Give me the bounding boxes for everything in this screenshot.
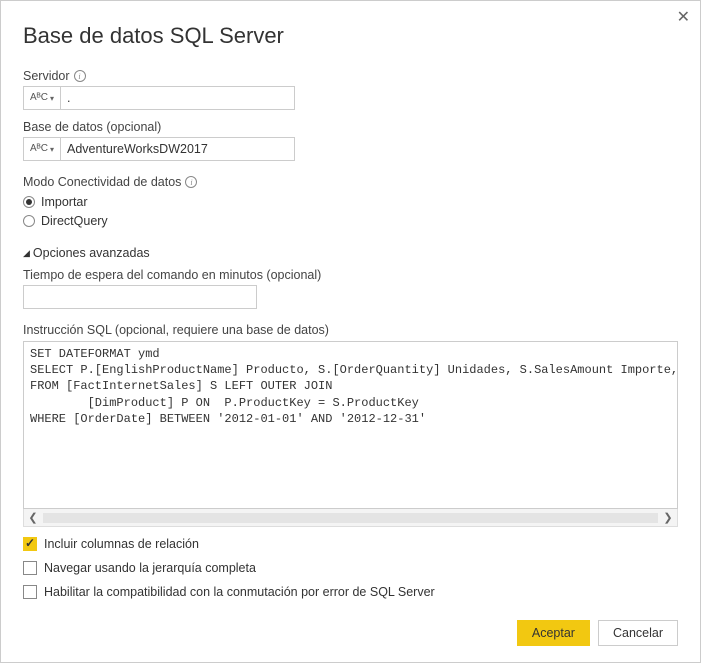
scroll-left-icon[interactable]: ❮ [24, 509, 42, 526]
dialog-title: Base de datos SQL Server [23, 23, 678, 49]
sql-textarea[interactable]: SET DATEFORMAT ymd SELECT P.[EnglishProd… [23, 341, 678, 509]
timeout-input[interactable] [23, 285, 257, 309]
radio-directquery-input[interactable] [23, 215, 35, 227]
abc-icon: AᴮC [30, 144, 48, 154]
radio-directquery-label: DirectQuery [41, 214, 108, 228]
server-label-text: Servidor [23, 69, 70, 83]
check-failover[interactable]: Habilitar la compatibilidad con la conmu… [23, 585, 678, 599]
check-failover-input[interactable] [23, 585, 37, 599]
database-type-selector[interactable]: AᴮC ▾ [23, 137, 61, 161]
connectivity-label-text: Modo Conectividad de datos [23, 175, 181, 189]
chevron-down-icon: ▾ [50, 94, 54, 103]
radio-import[interactable]: Importar [23, 195, 678, 209]
radio-directquery[interactable]: DirectQuery [23, 214, 678, 228]
check-hierarchy-input[interactable] [23, 561, 37, 575]
chevron-down-icon: ▾ [50, 145, 54, 154]
advanced-options-toggle[interactable]: ◢ Opciones avanzadas [23, 246, 678, 260]
check-hierarchy-label: Navegar usando la jerarquía completa [44, 561, 256, 575]
check-hierarchy[interactable]: Navegar usando la jerarquía completa [23, 561, 678, 575]
info-icon[interactable]: i [185, 176, 197, 188]
ok-button[interactable]: Aceptar [517, 620, 590, 646]
scroll-track[interactable] [43, 513, 658, 523]
database-label: Base de datos (opcional) [23, 120, 678, 134]
sql-label: Instrucción SQL (opcional, requiere una … [23, 323, 678, 337]
check-relation-label: Incluir columnas de relación [44, 537, 199, 551]
triangle-down-icon: ◢ [23, 248, 30, 259]
scroll-right-icon[interactable]: ❯ [659, 509, 677, 526]
radio-import-input[interactable] [23, 196, 35, 208]
server-input[interactable] [61, 86, 295, 110]
close-icon[interactable]: ✕ [677, 7, 690, 27]
server-type-selector[interactable]: AᴮC ▾ [23, 86, 61, 110]
check-relation[interactable]: Incluir columnas de relación [23, 537, 678, 551]
connectivity-label: Modo Conectividad de datos i [23, 175, 678, 189]
server-label: Servidor i [23, 69, 678, 83]
database-input[interactable] [61, 137, 295, 161]
abc-icon: AᴮC [30, 93, 48, 103]
info-icon[interactable]: i [74, 70, 86, 82]
cancel-button[interactable]: Cancelar [598, 620, 678, 646]
check-relation-input[interactable] [23, 537, 37, 551]
check-failover-label: Habilitar la compatibilidad con la conmu… [44, 585, 435, 599]
timeout-label: Tiempo de espera del comando en minutos … [23, 268, 678, 282]
advanced-options-label: Opciones avanzadas [33, 246, 150, 260]
sql-horizontal-scrollbar[interactable]: ❮ ❯ [23, 509, 678, 527]
radio-import-label: Importar [41, 195, 88, 209]
